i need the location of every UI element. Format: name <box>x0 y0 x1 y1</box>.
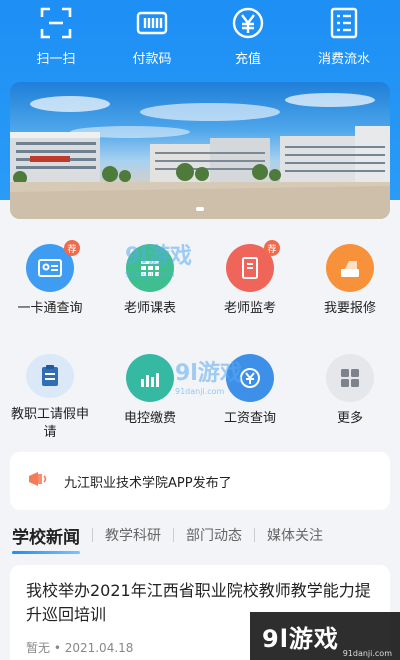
more-icon <box>326 354 374 402</box>
tab-divider <box>254 528 255 542</box>
scan-label: 扫一扫 <box>36 52 76 67</box>
schedule-icon <box>126 244 174 292</box>
consumption-record-button[interactable]: 消费流水 <box>299 0 389 75</box>
consumption-record-label: 消费流水 <box>317 52 370 67</box>
recommend-badge: 荐 <box>264 240 280 256</box>
staff-leave-label: 教职工请假申请 <box>11 407 90 440</box>
teacher-invigilation-label: 老师监考 <box>223 301 276 316</box>
teacher-schedule-label: 老师课表 <box>123 301 176 316</box>
teacher-invigilation-item[interactable]: 荐 老师监考 <box>200 232 300 332</box>
exam-icon: 荐 <box>226 240 280 292</box>
watermark-logo-text: 9l游戏 <box>262 624 339 653</box>
card-query-item[interactable]: 荐 一卡通查询 <box>0 232 100 332</box>
campus-banner[interactable] <box>10 82 390 219</box>
payment-code-button[interactable]: 付款码 <box>107 0 197 75</box>
yen-icon <box>231 6 265 40</box>
electric-payment-item[interactable]: 电控缴费 <box>100 342 200 442</box>
more-item[interactable]: 更多 <box>300 342 400 442</box>
tab-divider <box>173 528 174 542</box>
salary-query-item[interactable]: 工资查询 <box>200 342 300 442</box>
campus-photo <box>10 93 390 219</box>
electric-payment-label: 电控缴费 <box>123 411 176 426</box>
recharge-button[interactable]: 充值 <box>203 0 293 75</box>
teacher-schedule-item[interactable]: 老师课表 <box>100 232 200 332</box>
ledger-icon <box>327 6 361 40</box>
recharge-label: 充值 <box>234 52 261 67</box>
salary-query-label: 工资查询 <box>223 411 276 426</box>
tab-school-news[interactable]: 学校新闻 <box>12 523 80 554</box>
scan-icon <box>39 6 73 40</box>
repair-request-label: 我要报修 <box>323 301 376 316</box>
quick-action-bar: 扫一扫 付款码 充值 消费流水 <box>0 0 400 75</box>
tab-teaching-research[interactable]: 教学科研 <box>105 525 161 545</box>
megaphone-icon <box>26 467 50 495</box>
more-label: 更多 <box>336 411 363 426</box>
repair-icon <box>326 244 374 292</box>
notice-text: 九江职业技术学院APP发布了 <box>64 475 232 491</box>
recommend-badge: 荐 <box>64 240 80 256</box>
notice-bar[interactable]: 九江职业技术学院APP发布了 <box>10 452 390 510</box>
watermark-logo: 9l游戏 91danji.com <box>250 612 400 660</box>
payment-code-label: 付款码 <box>132 52 172 67</box>
tab-department-news[interactable]: 部门动态 <box>186 525 242 545</box>
service-grid: 荐 一卡通查询 老师课表 荐 老师监考 我要报修 教职工请假申请 电控缴费 工资… <box>0 232 400 442</box>
card-query-label: 一卡通查询 <box>17 301 83 316</box>
salary-icon <box>226 354 274 402</box>
news-tabs: 学校新闻 教学科研 部门动态 媒体关注 <box>0 520 400 554</box>
tab-media-coverage[interactable]: 媒体关注 <box>267 525 323 545</box>
electric-icon <box>126 354 174 402</box>
banner-indicator <box>196 207 204 211</box>
repair-request-item[interactable]: 我要报修 <box>300 232 400 332</box>
staff-leave-item[interactable]: 教职工请假申请 <box>0 342 100 442</box>
leave-icon <box>26 354 74 398</box>
barcode-icon <box>135 6 169 40</box>
tab-divider <box>92 528 93 542</box>
card-icon: 荐 <box>26 240 80 292</box>
scan-button[interactable]: 扫一扫 <box>11 0 101 75</box>
watermark-url: 91danji.com <box>342 649 392 658</box>
